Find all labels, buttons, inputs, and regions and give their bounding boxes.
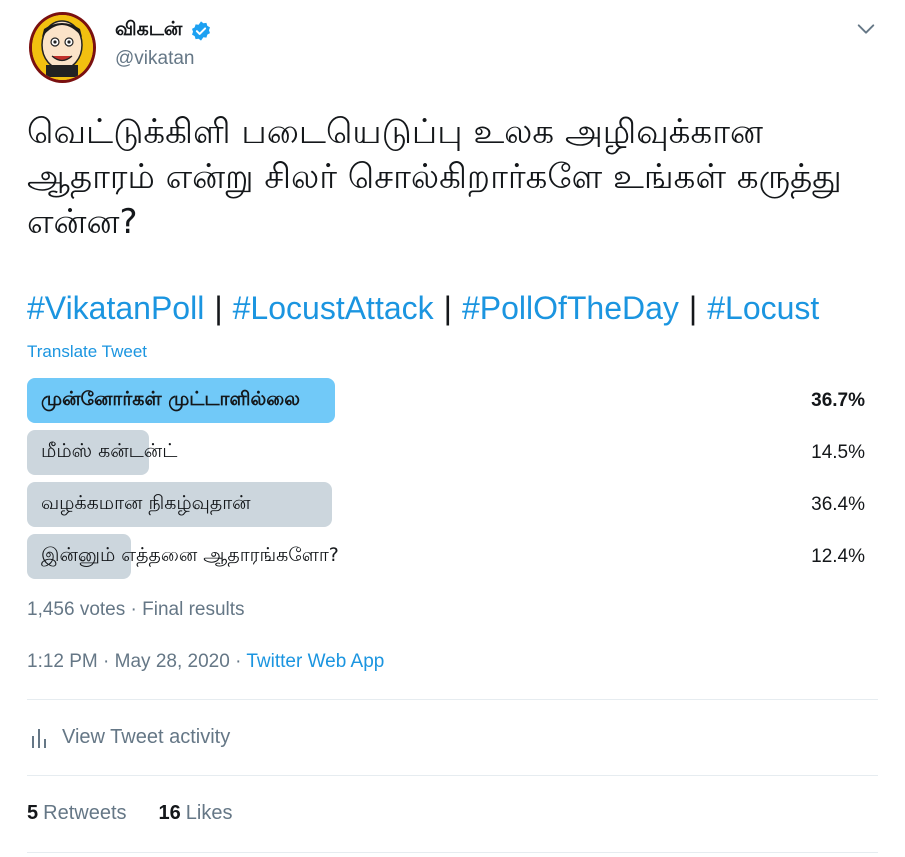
translate-tweet-link[interactable]: Translate Tweet <box>27 342 147 362</box>
poll-option-label: முன்னோர்கள் முட்டாளில்லை <box>41 388 300 410</box>
account-name-text: விகடன் <box>115 18 183 40</box>
account-handle[interactable]: @vikatan <box>115 48 195 70</box>
divider <box>27 775 878 776</box>
likes-stat[interactable]: 16 Likes <box>159 802 233 825</box>
likes-count: 16 <box>158 802 181 824</box>
poll-option: வழக்கமான நிகழ்வுதான் 36.4% <box>27 482 865 527</box>
poll-option-label: இன்னும் எத்தனை ஆதாரங்களோ? <box>41 544 339 566</box>
hashtag-link[interactable]: #Locust <box>707 290 819 326</box>
hashtag-separator: | <box>688 290 698 326</box>
hashtag-link[interactable]: #VikatanPoll <box>27 290 204 326</box>
poll-summary: 1,456 votes · Final results <box>27 599 245 620</box>
tweet-date[interactable]: May 28, 2020 <box>115 651 230 672</box>
divider <box>27 852 878 853</box>
poll-option-percent: 14.5% <box>811 442 865 463</box>
tweet-text: வெட்டுக்கிளி படையெடுப்பு உலக அழிவுக்கான … <box>27 112 842 242</box>
bar-chart-icon <box>32 728 46 748</box>
hashtag-line: #VikatanPoll | #LocustAttack | #PollOfTheDay… <box>27 290 819 327</box>
hashtag-separator: | <box>214 290 223 326</box>
poll-option-percent: 36.4% <box>811 494 865 515</box>
hashtag-separator: | <box>443 290 452 326</box>
poll: முன்னோர்கள் முட்டாளில்லை 36.7% மீம்ஸ் கன… <box>27 378 865 586</box>
view-tweet-activity-button[interactable]: View Tweet activity <box>30 726 230 749</box>
tweet-meta: 1:12 PM · May 28, 2020 · Twitter Web App <box>27 651 384 673</box>
meta-dot: · <box>235 651 242 672</box>
divider <box>27 699 878 700</box>
retweets-label: Retweets <box>43 802 127 824</box>
engagement-stats: 5 Retweets 16 Likes <box>27 802 232 825</box>
tweet-time[interactable]: 1:12 PM <box>27 651 98 672</box>
poll-option: மீம்ஸ் கன்டன்ட் 14.5% <box>27 430 865 475</box>
poll-option-label: வழக்கமான நிகழ்வுதான் <box>41 492 251 514</box>
meta-dot: · <box>103 651 110 672</box>
verified-badge-icon <box>192 20 211 41</box>
poll-option: இன்னும் எத்தனை ஆதாரங்களோ? 12.4% <box>27 534 865 579</box>
view-tweet-activity-label: View Tweet activity <box>62 726 231 748</box>
retweets-stat[interactable]: 5 Retweets <box>27 802 127 825</box>
poll-option: முன்னோர்கள் முட்டாளில்லை 36.7% <box>27 378 865 423</box>
poll-option-percent: 12.4% <box>811 546 865 567</box>
poll-option-label: மீம்ஸ் கன்டன்ட் <box>41 440 178 462</box>
retweets-count: 5 <box>27 802 39 824</box>
account-name[interactable]: விகடன் <box>115 18 212 43</box>
likes-label: Likes <box>185 802 233 824</box>
hashtag-link[interactable]: #LocustAttack <box>233 290 434 326</box>
hashtag-link[interactable]: #PollOfTheDay <box>462 290 679 326</box>
chevron-down-icon[interactable] <box>855 18 877 40</box>
poll-option-percent: 36.7% <box>811 390 865 411</box>
tweet-source-link[interactable]: Twitter Web App <box>246 651 384 672</box>
avatar[interactable] <box>29 12 96 83</box>
vikatan-logo <box>32 15 93 80</box>
